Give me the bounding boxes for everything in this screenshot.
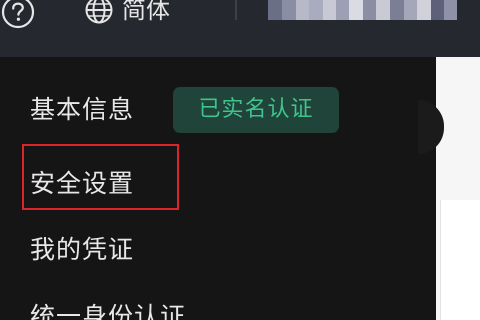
menu-item-label: 统一身份认证 bbox=[30, 302, 187, 320]
user-dropdown-menu: 基本信息 已实名认证 安全设置 我的凭证 统一身份认证 bbox=[0, 57, 436, 320]
menu-item-label: 安全设置 bbox=[30, 169, 135, 198]
verified-badge: 已实名认证 bbox=[173, 87, 339, 133]
user-avatar-pixelated[interactable] bbox=[268, 0, 480, 20]
menu-item-label: 基本信息 bbox=[30, 95, 135, 124]
background-panel bbox=[440, 200, 480, 320]
app-root: 简体 基本信息 已实名认证 安全设置 我的凭证 统一身份认证 bbox=[0, 0, 480, 320]
menu-item-basic-info[interactable]: 基本信息 bbox=[30, 95, 134, 125]
menu-item-unified-identity[interactable]: 统一身份认证 bbox=[30, 302, 186, 320]
menu-item-security-settings[interactable]: 安全设置 bbox=[30, 169, 134, 199]
language-switcher[interactable]: 简体 bbox=[84, 0, 170, 30]
question-circle-icon[interactable] bbox=[0, 0, 36, 30]
topbar-divider bbox=[235, 0, 237, 20]
globe-icon bbox=[84, 0, 114, 25]
top-bar: 简体 bbox=[0, 0, 480, 57]
menu-item-my-credentials[interactable]: 我的凭证 bbox=[30, 235, 134, 265]
menu-item-label: 我的凭证 bbox=[30, 235, 135, 264]
language-label: 简体 bbox=[122, 0, 170, 24]
